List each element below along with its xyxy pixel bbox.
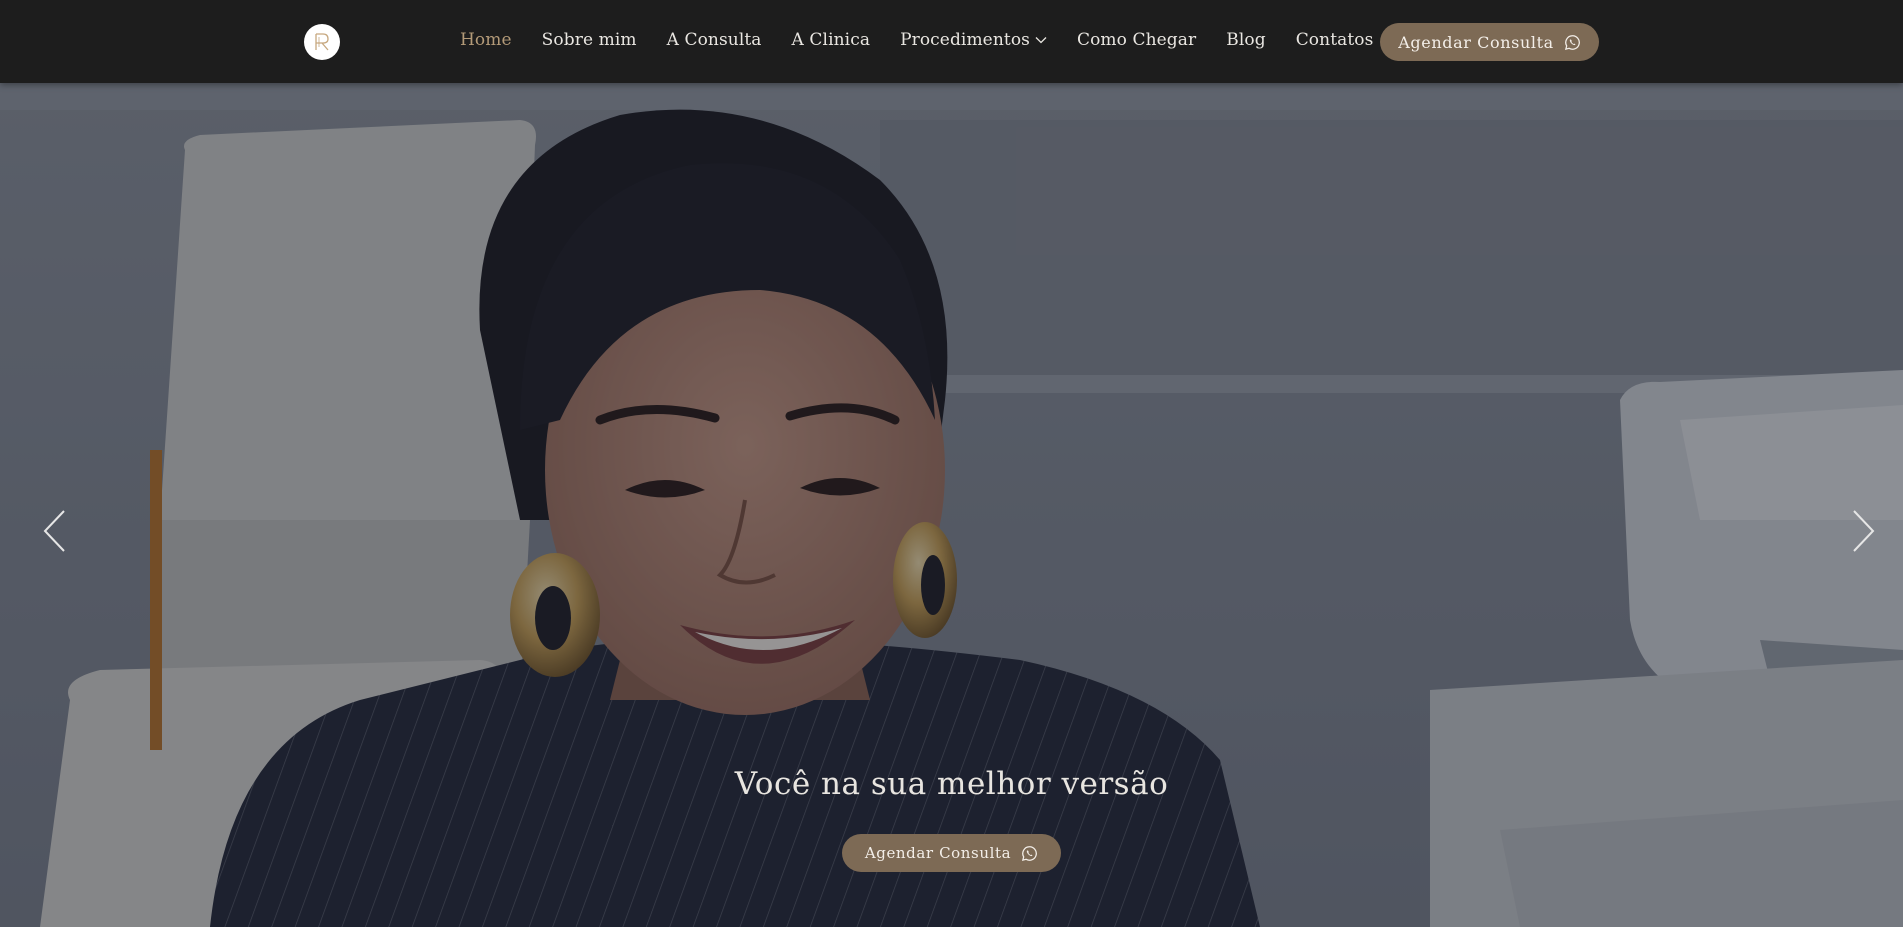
nav-item-a-clinica[interactable]: A Clinica — [792, 30, 871, 50]
navbar: Home Sobre mim A Consulta A Clinica Proc… — [0, 0, 1903, 83]
carousel-next-button[interactable] — [1848, 508, 1878, 554]
nav-item-como-chegar[interactable]: Como Chegar — [1077, 30, 1196, 50]
agendar-consulta-label: Agendar Consulta — [1398, 32, 1554, 52]
nav-item-sobre-mim[interactable]: Sobre mim — [542, 30, 637, 50]
nav-item-a-consulta[interactable]: A Consulta — [667, 30, 762, 50]
nav-item-contatos[interactable]: Contatos — [1296, 30, 1374, 50]
whatsapp-icon — [1021, 845, 1038, 862]
logo-mark-icon — [315, 33, 329, 51]
whatsapp-icon — [1564, 34, 1581, 51]
chevron-right-icon — [1853, 510, 1875, 552]
agendar-consulta-button[interactable]: Agendar Consulta — [1380, 23, 1599, 61]
page: Home Sobre mim A Consulta A Clinica Proc… — [0, 0, 1903, 927]
hero-agendar-consulta-label: Agendar Consulta — [864, 844, 1012, 862]
chevron-down-icon — [1035, 36, 1047, 44]
hero-headline: Você na sua melhor versão — [734, 766, 1169, 802]
logo[interactable] — [304, 24, 340, 60]
nav-item-procedimentos[interactable]: Procedimentos — [900, 30, 1047, 50]
nav-item-home[interactable]: Home — [460, 30, 512, 50]
nav-item-blog[interactable]: Blog — [1226, 30, 1265, 50]
hero-agendar-consulta-button[interactable]: Agendar Consulta — [842, 834, 1061, 872]
carousel-prev-button[interactable] — [40, 508, 70, 554]
main-nav: Home Sobre mim A Consulta A Clinica Proc… — [460, 26, 1403, 54]
nav-item-procedimentos-label: Procedimentos — [900, 30, 1030, 50]
chevron-left-icon — [43, 510, 65, 552]
